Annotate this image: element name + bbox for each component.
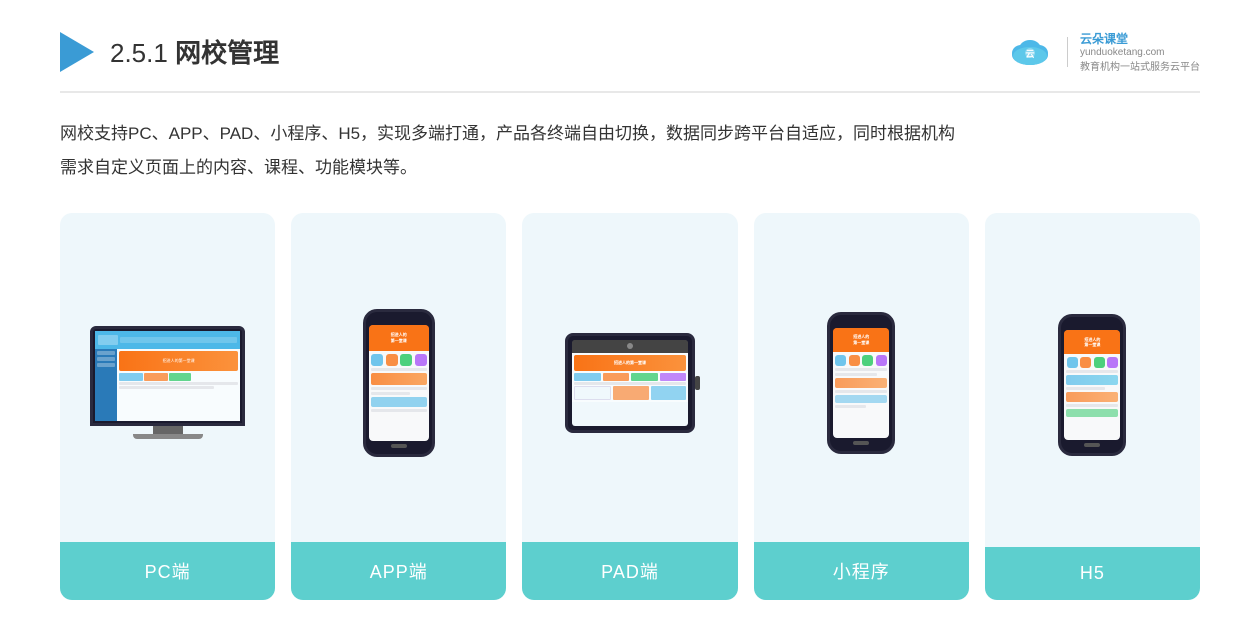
pc-preview: 招进人的第一堂课 [60, 213, 275, 542]
h5-label: H5 [985, 547, 1200, 600]
card-h5: 招进人的第一堂课 [985, 213, 1200, 600]
h5-preview: 招进人的第一堂课 [985, 213, 1200, 547]
phone-mockup-mini: 招进人的第一堂课 [827, 312, 895, 454]
card-miniprogram: 招进人的第一堂课 [754, 213, 969, 600]
cloud-icon: 云 [1005, 33, 1055, 71]
phone-mockup-app: 招进人的第一堂课 [363, 309, 435, 457]
pc-label: PC端 [60, 542, 275, 600]
pc-screen: 招进人的第一堂课 [90, 326, 245, 426]
brand-logo: 云 云朵课堂 yunduoketang.com 教育机构一站式服务云平台 [1005, 30, 1200, 73]
page-container: 2.5.1 网校管理 云 云朵课堂 y [0, 0, 1260, 630]
app-label: APP端 [291, 542, 506, 600]
header-left: 2.5.1 网校管理 [60, 32, 279, 72]
tablet-mockup: 招进人的第一堂课 [565, 333, 695, 433]
card-pad: 招进人的第一堂课 [522, 213, 737, 600]
description-text: 网校支持PC、APP、PAD、小程序、H5，实现多端打通，产品各终端自由切换，数… [60, 117, 1200, 185]
miniprogram-preview: 招进人的第一堂课 [754, 213, 969, 542]
logo-text: 云朵课堂 yunduoketang.com 教育机构一站式服务云平台 [1080, 30, 1200, 73]
pad-label: PAD端 [522, 542, 737, 600]
card-app: 招进人的第一堂课 [291, 213, 506, 600]
device-cards-row: 招进人的第一堂课 [60, 213, 1200, 600]
miniprogram-label: 小程序 [754, 542, 969, 600]
phone-mockup-h5: 招进人的第一堂课 [1058, 314, 1126, 456]
pc-mockup: 招进人的第一堂课 [88, 326, 248, 439]
pad-preview: 招进人的第一堂课 [522, 213, 737, 542]
logo-arrow-icon [60, 32, 94, 72]
logo-divider [1067, 37, 1068, 67]
app-preview: 招进人的第一堂课 [291, 213, 506, 542]
header: 2.5.1 网校管理 云 云朵课堂 y [60, 30, 1200, 93]
page-title: 2.5.1 网校管理 [110, 33, 279, 70]
card-pc: 招进人的第一堂课 [60, 213, 275, 600]
svg-text:云: 云 [1025, 49, 1034, 59]
